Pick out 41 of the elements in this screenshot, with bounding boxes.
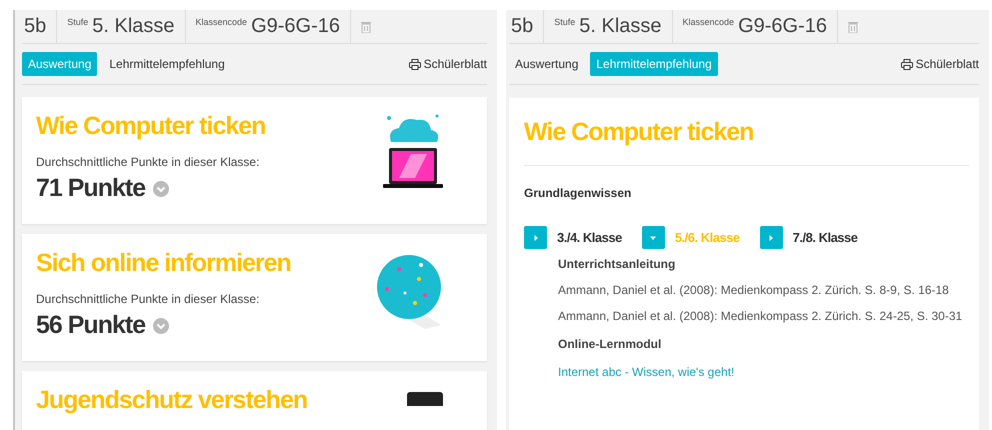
class-code: G9-6G-16	[738, 15, 828, 38]
trash-icon	[848, 20, 858, 32]
tab[interactable]: Lehrmittelempfehlung	[103, 52, 231, 76]
code-label: Klassencode	[196, 17, 248, 27]
topic-title: Jugendschutz verstehen	[36, 386, 308, 415]
chevron-down-icon[interactable]	[153, 318, 170, 334]
print-button[interactable]: Schülerblatt	[900, 57, 979, 71]
score-caption: Durchschnittliche Punkte in dieser Klasse:	[36, 155, 260, 169]
caret-right-icon	[767, 234, 776, 242]
topic-title: Sich online informieren	[36, 249, 291, 278]
print-button[interactable]: Schülerblatt	[408, 57, 487, 71]
section-heading: Grundlagenwissen	[524, 186, 632, 200]
caret-right-icon	[532, 234, 540, 242]
level-label: Stufe	[554, 17, 576, 27]
caret-down-icon	[649, 234, 658, 242]
reference-text: Ammann, Daniel et al. (2008): Medienkompass 2. Zürich. S. 8-9, S. 16-18	[558, 283, 950, 297]
reference-text: Ammann, Daniel et al. (2008): Medienkompass 2. Zürich. S. 24-25, S. 30-31	[558, 309, 964, 323]
resource-heading: Online-Lernmodul	[558, 337, 662, 351]
level-value: 5. Klasse	[579, 15, 662, 38]
expand-button[interactable]	[524, 226, 547, 249]
expand-button[interactable]	[760, 226, 783, 249]
class-name: 5b	[511, 15, 534, 38]
resource-heading: Unterrichtsanleitung	[558, 257, 676, 271]
printer-icon	[900, 58, 913, 70]
grade-level[interactable]: 7./8. Klasse	[792, 230, 858, 245]
score-value: 71 Punkte	[36, 174, 146, 203]
topic-title: Wie Computer ticken	[524, 118, 754, 147]
chevron-down-icon[interactable]	[153, 180, 170, 196]
grade-level[interactable]: 3./4. Klasse	[557, 230, 622, 245]
class-name: 5b	[24, 15, 46, 38]
expand-button[interactable]	[642, 226, 665, 249]
level-label: Stufe	[67, 17, 88, 27]
tab[interactable]: Auswertung	[509, 52, 584, 76]
topic-title: Wie Computer ticken	[36, 112, 266, 141]
class-code: G9-6G-16	[251, 15, 340, 38]
trash-icon	[361, 20, 372, 32]
score-caption: Durchschnittliche Punkte in dieser Klasse:	[36, 292, 260, 306]
level-value: 5. Klasse	[92, 15, 175, 38]
score-value: 56 Punkte	[36, 311, 146, 340]
printer-icon	[408, 58, 421, 70]
code-label: Klassencode	[682, 17, 734, 27]
